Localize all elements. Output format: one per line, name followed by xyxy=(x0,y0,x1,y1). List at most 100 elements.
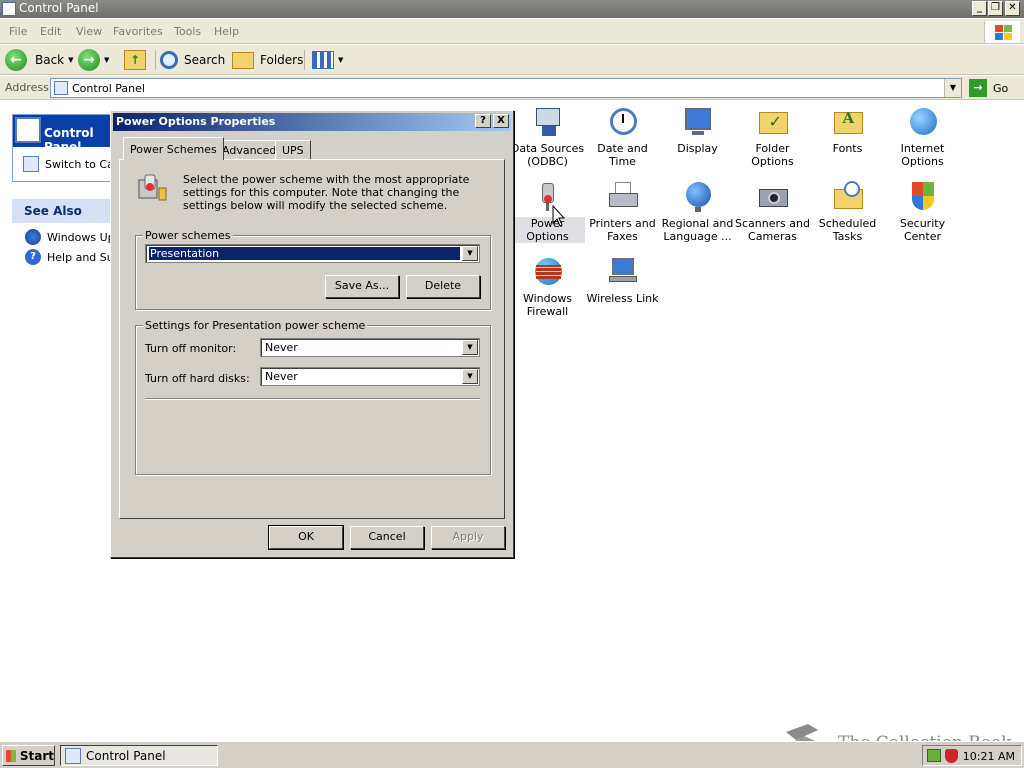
up-folder-button[interactable]: ↑ xyxy=(124,48,146,72)
menu-tools[interactable]: Tools xyxy=(174,25,201,38)
minimize-button[interactable]: _ xyxy=(972,1,987,16)
menu-edit[interactable]: Edit xyxy=(40,25,61,38)
turn-off-hard-disks-value: Never xyxy=(265,370,298,383)
icon-label: Power Options xyxy=(510,217,585,243)
turn-off-hard-disks-select[interactable]: Never ▼ xyxy=(260,367,480,386)
network-icon[interactable] xyxy=(927,749,941,762)
tab-ups[interactable]: UPS xyxy=(275,140,311,160)
icon-label: Scheduled Tasks xyxy=(818,217,877,243)
chevron-down-icon[interactable]: ▼ xyxy=(462,369,478,384)
switch-link-label: Switch to Cat xyxy=(45,157,119,171)
dialog-titlebar: Power Options Properties ? X xyxy=(113,113,511,131)
icon-label: Wireless Link xyxy=(586,292,659,305)
icon-scanners-and-cameras[interactable]: Scanners and Cameras xyxy=(735,181,810,243)
icon-label: Fonts xyxy=(832,142,863,155)
icon-date-and-time[interactable]: Date and Time xyxy=(585,106,660,168)
toolbar-separator xyxy=(155,50,156,70)
search-button[interactable]: Search xyxy=(160,48,225,72)
menu-file[interactable]: File xyxy=(9,25,27,38)
taskbar-item-control-panel[interactable]: Control Panel xyxy=(60,745,218,766)
mouse-cursor-icon xyxy=(552,205,566,227)
icon-display[interactable]: Display xyxy=(660,106,735,155)
security-alert-icon[interactable] xyxy=(945,749,958,763)
dialog-intro-text: Select the power scheme with the most ap… xyxy=(183,173,470,212)
icon-scheduled-tasks[interactable]: Scheduled Tasks xyxy=(810,181,885,243)
window-titlebar: Control Panel _ ❐ ✕ xyxy=(0,0,1024,18)
display-icon xyxy=(682,106,714,138)
back-arrow-icon: ← xyxy=(5,49,27,71)
save-as-button[interactable]: Save As... xyxy=(325,275,399,298)
icon-label: Internet Options xyxy=(900,142,945,168)
tab-advanced[interactable]: Advanced xyxy=(215,140,284,160)
icon-label: Display xyxy=(677,142,718,155)
taskbar: Start Control Panel 10:21 AM xyxy=(0,741,1024,768)
dialog-close-button[interactable]: X xyxy=(493,114,509,128)
folder-options-icon: ✓ xyxy=(757,106,789,138)
address-input[interactable]: Control Panel ▼ xyxy=(50,78,962,98)
search-label: Search xyxy=(184,53,226,67)
control-panel-icon xyxy=(54,81,68,95)
power-scheme-value: Presentation xyxy=(149,247,460,260)
views-button[interactable]: ▼ xyxy=(312,48,343,72)
icon-data-sources[interactable]: Data Sources (ODBC) xyxy=(510,106,585,168)
icon-security-center[interactable]: Security Center xyxy=(885,181,960,243)
chevron-down-icon[interactable]: ▼ xyxy=(462,340,478,355)
chevron-down-icon[interactable]: ▼ xyxy=(462,246,478,261)
go-label: Go xyxy=(993,81,1009,95)
go-button[interactable]: → Go xyxy=(969,79,1008,97)
menu-favorites[interactable]: Favorites xyxy=(113,25,163,38)
control-panel-task-pane: Control Panel Switch to Cat xyxy=(12,114,122,182)
cancel-button[interactable]: Cancel xyxy=(350,526,424,549)
close-button[interactable]: ✕ xyxy=(1005,1,1020,16)
icon-label: Windows Firewall xyxy=(522,292,573,318)
control-panel-icon xyxy=(23,156,39,172)
menu-help[interactable]: Help xyxy=(214,25,239,38)
folder-icon xyxy=(232,51,254,69)
icon-regional-and-language[interactable]: Regional and Language ... xyxy=(660,181,735,243)
help-icon: ? xyxy=(25,249,41,265)
icon-power-options[interactable]: Power Options xyxy=(510,181,585,243)
start-button[interactable]: Start xyxy=(2,745,55,766)
go-arrow-icon: → xyxy=(969,79,987,97)
control-panel-icon xyxy=(65,747,81,764)
apply-button[interactable]: Apply xyxy=(431,526,505,549)
address-value: Control Panel xyxy=(72,82,145,95)
delete-button[interactable]: Delete xyxy=(406,275,480,298)
camera-icon xyxy=(757,181,789,213)
power-schemes-group-label: Power schemes xyxy=(143,229,233,242)
icon-label: Printers and Faxes xyxy=(589,217,656,243)
turn-off-monitor-select[interactable]: Never ▼ xyxy=(260,338,480,357)
views-icon xyxy=(312,51,334,69)
clock: 10:21 AM xyxy=(962,750,1015,763)
dialog-help-button[interactable]: ? xyxy=(475,114,491,128)
scheme-settings-group-label: Settings for Presentation power scheme xyxy=(143,319,368,332)
forward-button[interactable]: → ▼ xyxy=(78,48,109,72)
address-bar: Address Control Panel ▼ → Go xyxy=(0,76,1024,100)
help-and-support-link[interactable]: ? Help and Sup xyxy=(25,249,121,265)
address-dropdown-button[interactable]: ▼ xyxy=(944,79,961,97)
folders-label: Folders xyxy=(260,53,304,67)
restore-button[interactable]: ❐ xyxy=(988,1,1003,16)
tasks-icon xyxy=(832,181,864,213)
tab-power-schemes[interactable]: Power Schemes xyxy=(123,137,224,160)
icon-fonts[interactable]: A Fonts xyxy=(810,106,885,155)
system-tray: 10:21 AM xyxy=(922,745,1022,766)
menu-view[interactable]: View xyxy=(76,25,102,38)
icon-windows-firewall[interactable]: Windows Firewall xyxy=(510,256,585,318)
power-scheme-select[interactable]: Presentation ▼ xyxy=(145,244,480,263)
icon-label: Folder Options xyxy=(751,142,794,168)
switch-to-category-view-link[interactable]: Switch to Cat xyxy=(23,156,118,172)
folders-button[interactable]: Folders xyxy=(232,48,303,72)
windows-update-link[interactable]: Windows Upd xyxy=(25,229,122,245)
windows-update-icon xyxy=(25,229,41,245)
shield-icon xyxy=(907,181,939,213)
icon-printers-and-faxes[interactable]: Printers and Faxes xyxy=(585,181,660,243)
windows-logo-icon xyxy=(984,21,1020,43)
back-button[interactable]: ← Back ▼ xyxy=(5,48,74,72)
icon-internet-options[interactable]: Internet Options xyxy=(885,106,960,168)
turn-off-hard-disks-label: Turn off hard disks: xyxy=(145,372,250,385)
icon-wireless-link[interactable]: Wireless Link xyxy=(585,256,660,305)
ok-button[interactable]: OK xyxy=(268,525,344,550)
icon-folder-options[interactable]: ✓ Folder Options xyxy=(735,106,810,168)
fonts-icon: A xyxy=(832,106,864,138)
